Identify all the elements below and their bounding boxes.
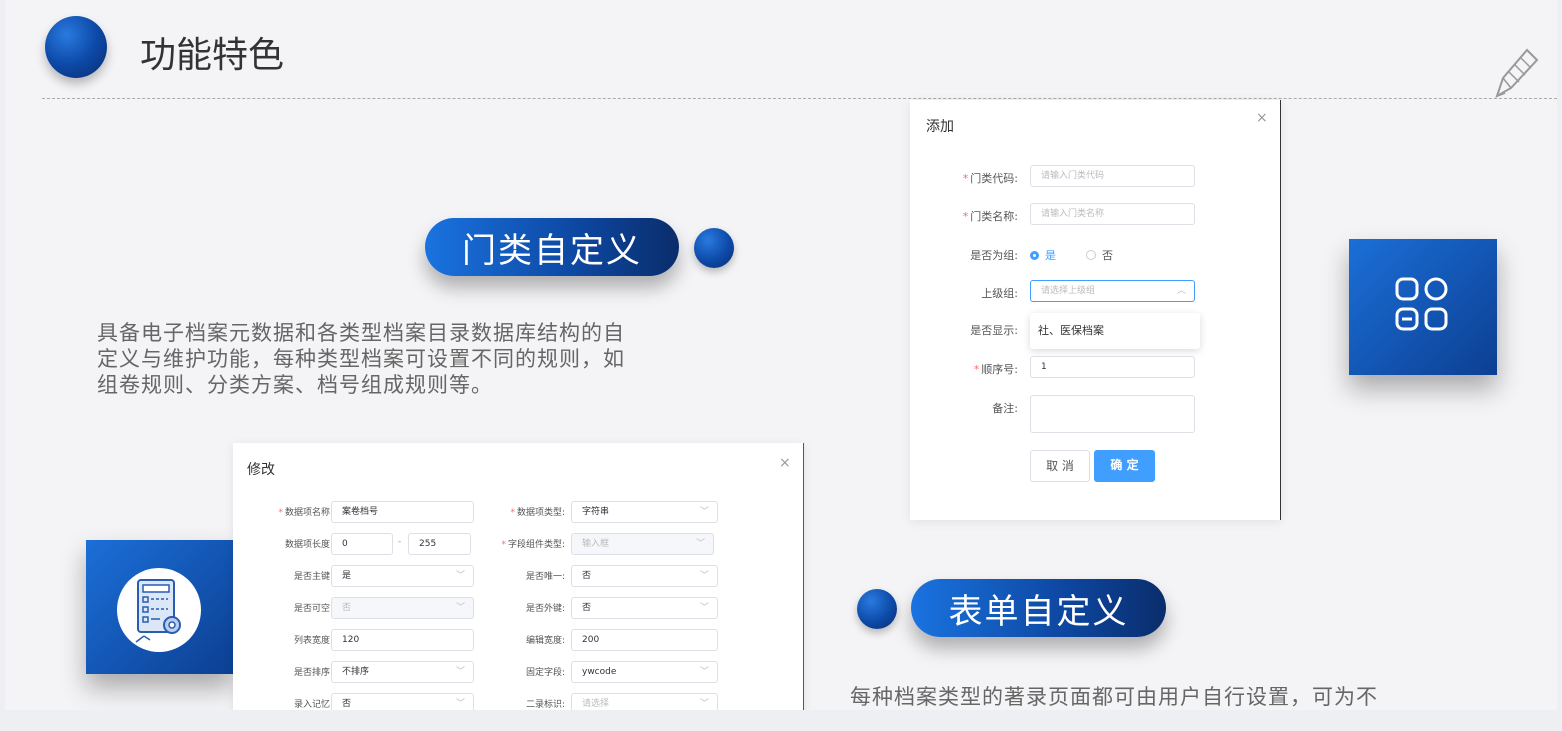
code-label: * 门类代码: bbox=[962, 172, 1018, 185]
pill-dot-icon bbox=[694, 228, 734, 268]
left-field-label: 数据项长度: bbox=[284, 540, 333, 550]
dialog-title: 修改 bbox=[247, 462, 275, 478]
field-input[interactable]: 120 bbox=[331, 629, 474, 651]
group-radio-yes[interactable]: 是 bbox=[1030, 247, 1056, 263]
right-field-label: * 数据项类型: bbox=[510, 508, 565, 518]
document-settings-icon bbox=[117, 568, 201, 652]
header-dot-icon bbox=[45, 16, 107, 78]
left-field-label: 是否主键: bbox=[293, 572, 333, 582]
description-line: 定义与维护功能，每种类型档案可设置不同的规则，如 bbox=[97, 347, 625, 371]
code-input[interactable]: 请输入门类代码 bbox=[1030, 165, 1195, 187]
dashboard-grid-icon bbox=[1395, 277, 1448, 331]
left-field-label: * 数据项名称: bbox=[278, 508, 333, 518]
left-field-label: 录入记忆: bbox=[293, 700, 333, 710]
left-field-label: 是否排序: bbox=[293, 668, 333, 678]
add-dialog: 添加 × * 门类代码: 请输入门类代码 * 门类名称: 请输入门类名称 是否为组:… bbox=[910, 100, 1281, 520]
page-title: 功能特色 bbox=[140, 35, 285, 76]
cancel-button[interactable]: 取 消 bbox=[1030, 450, 1090, 482]
field-input[interactable]: 200 bbox=[571, 629, 718, 651]
range-separator: - bbox=[398, 537, 402, 547]
field-select[interactable]: 否 ﹀ bbox=[571, 565, 718, 587]
form-description: 每种档案类型的著录页面都可由用户自行设置，可为不 bbox=[850, 685, 1378, 709]
chevron-down-icon: ﹀ bbox=[699, 667, 709, 677]
field-select[interactable]: 否 ﹀ bbox=[331, 693, 474, 710]
category-custom-pill: 门类自定义 bbox=[425, 218, 679, 276]
parent-select[interactable]: 请选择上级组 ︿ bbox=[1030, 280, 1195, 302]
pencil-icon bbox=[1495, 48, 1539, 99]
field-select: 否 ﹀ bbox=[331, 597, 474, 619]
field-select[interactable]: 不排序 ﹀ bbox=[331, 661, 474, 683]
description-line: 具备电子档案元数据和各类型档案目录数据库结构的自 bbox=[97, 321, 625, 345]
confirm-button[interactable]: 确 定 bbox=[1094, 450, 1155, 482]
left-field-label: 是否可空: bbox=[293, 604, 333, 614]
chevron-down-icon: ﹀ bbox=[455, 571, 465, 581]
document-icon-box bbox=[86, 540, 234, 674]
order-label: * 顺序号: bbox=[973, 363, 1018, 376]
field-select[interactable]: 否 ﹀ bbox=[571, 597, 718, 619]
chevron-down-icon: ﹀ bbox=[455, 667, 465, 677]
pill-dot-icon bbox=[857, 589, 897, 629]
name-label: * 门类名称: bbox=[962, 210, 1018, 223]
radio-checked-icon bbox=[1030, 250, 1039, 260]
right-field-label: 是否外键: bbox=[525, 604, 565, 614]
chevron-down-icon: ﹀ bbox=[695, 539, 705, 549]
chevron-down-icon: ﹀ bbox=[455, 603, 465, 613]
field-select[interactable]: 字符串 ﹀ bbox=[571, 501, 718, 523]
right-field-label: 编辑宽度: bbox=[525, 636, 565, 646]
name-input[interactable]: 请输入门类名称 bbox=[1030, 203, 1195, 225]
field-input[interactable]: 案卷档号 bbox=[331, 501, 474, 523]
field-select: 输入框 ﹀ bbox=[571, 533, 714, 555]
right-field-label: 固定字段: bbox=[525, 668, 565, 678]
remark-textarea[interactable] bbox=[1030, 395, 1195, 433]
category-description: 具备电子档案元数据和各类型档案目录数据库结构的自 定义与维护功能，每种类型档案可… bbox=[97, 320, 757, 398]
length-max-input[interactable]: 255 bbox=[408, 533, 471, 555]
chevron-down-icon: ﹀ bbox=[699, 699, 709, 709]
chevron-down-icon: ﹀ bbox=[699, 603, 709, 613]
group-radio-no[interactable]: 否 bbox=[1086, 247, 1113, 263]
close-icon[interactable]: × bbox=[779, 455, 791, 471]
dialog-title: 添加 bbox=[926, 119, 954, 135]
chevron-down-icon: ﹀ bbox=[699, 507, 709, 517]
description-line: 组卷规则、分类方案、档号组成规则等。 bbox=[97, 373, 493, 397]
remark-label: 备注: bbox=[992, 402, 1018, 415]
right-field-label: 是否唯一: bbox=[525, 572, 565, 582]
field-select[interactable]: 是 ﹀ bbox=[331, 565, 474, 587]
field-select[interactable]: ywcode ﹀ bbox=[571, 661, 718, 683]
close-icon[interactable]: × bbox=[1256, 110, 1268, 126]
chevron-down-icon: ﹀ bbox=[699, 571, 709, 581]
parent-label: 上级组: bbox=[981, 287, 1018, 300]
chevron-down-icon: ﹀ bbox=[455, 699, 465, 709]
display-label: 是否显示: bbox=[970, 324, 1018, 337]
right-field-label: 二录标识: bbox=[525, 700, 565, 710]
dashboard-icon-box bbox=[1349, 239, 1497, 375]
header-divider bbox=[42, 98, 1557, 99]
feature-slide: 功能特色 门类自定义 具备电子档案元数据和各类型档案目录数据库结构的自 定义与维… bbox=[5, 0, 1557, 710]
form-custom-pill: 表单自定义 bbox=[911, 579, 1166, 637]
dropdown-option[interactable]: 社、医保档案 bbox=[1030, 313, 1200, 349]
chevron-up-icon: ︿ bbox=[1176, 286, 1186, 296]
right-field-label: * 字段组件类型: bbox=[501, 540, 565, 550]
length-min-input[interactable]: 0 bbox=[331, 533, 393, 555]
edit-dialog: 修改 × * 数据项名称: 案卷档号 * 数据项类型: 字符串 ﹀ 数据项长度: 0-255 * 字… bbox=[233, 443, 804, 710]
field-select[interactable]: 请选择 ﹀ bbox=[571, 693, 718, 710]
order-input[interactable]: 1 bbox=[1030, 356, 1195, 378]
radio-unchecked-icon bbox=[1086, 250, 1096, 260]
left-field-label: 列表宽度: bbox=[293, 636, 333, 646]
group-label: 是否为组: bbox=[970, 249, 1018, 262]
